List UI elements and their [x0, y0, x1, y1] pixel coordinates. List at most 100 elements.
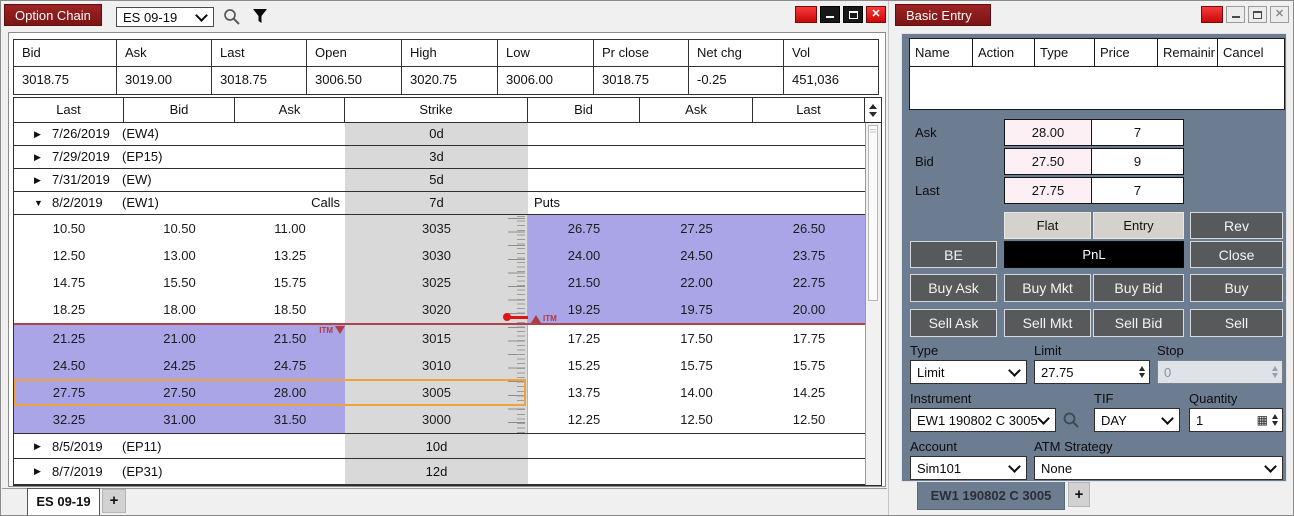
put-ask-cell[interactable]: 15.75: [640, 352, 753, 379]
step-up-icon[interactable]: [1272, 414, 1278, 419]
buy-button[interactable]: Buy: [1190, 274, 1283, 302]
call-ask-cell[interactable]: 31.50: [235, 406, 345, 433]
call-ask-cell[interactable]: 24.75: [235, 352, 345, 379]
stepper-arrows[interactable]: [1139, 366, 1145, 378]
expand-arrow-icon[interactable]: ▶: [34, 123, 41, 145]
call-last-cell[interactable]: 18.25: [14, 296, 124, 323]
put-last-cell[interactable]: 17.75: [753, 325, 865, 352]
reverse-button[interactable]: Rev: [1190, 212, 1283, 239]
add-tab-button[interactable]: +: [1068, 482, 1090, 507]
sell-ask-button[interactable]: Sell Ask: [910, 309, 997, 337]
put-ask-cell[interactable]: 14.00: [640, 379, 753, 406]
sell-market-button[interactable]: Sell Mkt: [1004, 309, 1091, 337]
filter-icon[interactable]: [251, 8, 269, 25]
call-ask-cell[interactable]: 18.50: [235, 296, 345, 323]
put-bid-cell[interactable]: 24.00: [528, 242, 640, 269]
call-last-cell[interactable]: 12.50: [14, 242, 124, 269]
tif-select[interactable]: DAY: [1094, 408, 1180, 432]
instrument-search-icon[interactable]: [1062, 411, 1080, 429]
put-last-cell[interactable]: 12.50: [753, 406, 865, 433]
put-last-cell[interactable]: 20.00: [753, 296, 865, 323]
call-ask-cell[interactable]: 11.00: [235, 215, 345, 242]
call-bid-cell[interactable]: 18.00: [124, 296, 235, 323]
put-bid-cell[interactable]: 26.75: [528, 215, 640, 242]
call-bid-cell[interactable]: 31.00: [124, 406, 235, 433]
calculator-icon[interactable]: ▦: [1257, 413, 1268, 427]
account-select[interactable]: Sim101: [910, 456, 1027, 480]
last-price[interactable]: 27.75: [1004, 177, 1092, 204]
maximize-button[interactable]: [1248, 6, 1267, 23]
call-ask-cell[interactable]: 15.75: [235, 269, 345, 296]
instrument-select[interactable]: EW1 190802 C 3005: [910, 408, 1056, 432]
call-bid-cell[interactable]: 21.00: [124, 325, 235, 352]
flat-button[interactable]: Flat: [1004, 212, 1091, 239]
minimize-button[interactable]: [1226, 6, 1245, 23]
window-link-button[interactable]: [1201, 6, 1223, 23]
close-button[interactable]: ✕: [866, 6, 886, 23]
buy-market-button[interactable]: Buy Mkt: [1004, 274, 1091, 302]
buy-ask-button[interactable]: Buy Ask: [910, 274, 997, 302]
breakeven-button[interactable]: BE: [910, 241, 997, 268]
basic-entry-title[interactable]: Basic Entry: [895, 4, 991, 26]
expiration-row[interactable]: 10d ▶ 8/5/2019 (EP11): [14, 433, 865, 459]
tab-es-09-19[interactable]: ES 09-19: [27, 488, 100, 515]
option-chain-title[interactable]: Option Chain: [4, 4, 102, 26]
call-last-cell[interactable]: 14.75: [14, 269, 124, 296]
put-last-cell[interactable]: 26.50: [753, 215, 865, 242]
sell-button[interactable]: Sell: [1190, 309, 1283, 337]
put-bid-cell[interactable]: 12.25: [528, 406, 640, 433]
call-bid-cell[interactable]: 24.25: [124, 352, 235, 379]
collapse-arrow-icon[interactable]: ▼: [34, 192, 43, 214]
call-last-cell[interactable]: 32.25: [14, 406, 124, 433]
buy-bid-button[interactable]: Buy Bid: [1093, 274, 1184, 302]
expiration-row[interactable]: 3d ▶ 7/29/2019 (EP15): [14, 146, 865, 169]
put-last-cell[interactable]: 22.75: [753, 269, 865, 296]
bid-price[interactable]: 27.50: [1004, 148, 1092, 175]
atm-strategy-select[interactable]: None: [1034, 456, 1283, 480]
sell-bid-button[interactable]: Sell Bid: [1093, 309, 1184, 337]
stepper-arrows[interactable]: [1272, 414, 1278, 426]
tab-ew1-190802-c-3005[interactable]: EW1 190802 C 3005: [917, 482, 1065, 510]
ask-price[interactable]: 28.00: [1004, 119, 1092, 146]
step-down-icon[interactable]: [1272, 421, 1278, 426]
call-bid-cell[interactable]: 15.50: [124, 269, 235, 296]
call-last-cell[interactable]: 21.25: [14, 325, 124, 352]
expand-arrow-icon[interactable]: ▶: [34, 146, 41, 168]
instrument-selector[interactable]: ES 09-19: [116, 7, 214, 27]
expand-arrow-icon[interactable]: ▶: [34, 169, 41, 191]
expiration-row[interactable]: 0d ▶ 7/26/2019 (EW4): [14, 123, 865, 146]
scroll-up-icon[interactable]: [869, 104, 877, 109]
close-position-button[interactable]: Close: [1190, 241, 1283, 268]
expiration-row-expanded[interactable]: 7d ▼ 8/2/2019 (EW1) Calls Puts: [14, 192, 865, 215]
minimize-button[interactable]: [820, 6, 840, 23]
search-icon[interactable]: [222, 7, 241, 26]
put-ask-cell[interactable]: 12.50: [640, 406, 753, 433]
scroll-down-icon[interactable]: [869, 112, 877, 117]
limit-price-stepper[interactable]: 27.75: [1034, 360, 1150, 384]
put-last-cell[interactable]: 15.75: [753, 352, 865, 379]
put-last-cell[interactable]: 23.75: [753, 242, 865, 269]
call-last-cell[interactable]: 10.50: [14, 215, 124, 242]
order-type-select[interactable]: Limit: [910, 360, 1027, 384]
call-last-cell[interactable]: 24.50: [14, 352, 124, 379]
call-bid-cell[interactable]: 10.50: [124, 215, 235, 242]
put-ask-cell[interactable]: 17.50: [640, 325, 753, 352]
scrollbar-buttons[interactable]: [865, 98, 881, 122]
put-ask-cell[interactable]: 24.50: [640, 242, 753, 269]
quantity-stepper[interactable]: 1 ▦: [1189, 408, 1283, 432]
step-down-icon[interactable]: [1139, 373, 1145, 378]
vertical-scrollbar[interactable]: [865, 123, 881, 485]
step-up-icon[interactable]: [1139, 366, 1145, 371]
put-bid-cell[interactable]: 17.25: [528, 325, 640, 352]
add-tab-button[interactable]: +: [102, 489, 126, 513]
put-ask-cell[interactable]: 19.75: [640, 296, 753, 323]
close-button[interactable]: ✕: [1270, 6, 1289, 23]
put-ask-cell[interactable]: 22.00: [640, 269, 753, 296]
expiration-row[interactable]: 12d ▶ 8/7/2019 (EP31): [14, 459, 865, 485]
put-last-cell[interactable]: 14.25: [753, 379, 865, 406]
window-link-button[interactable]: [795, 6, 817, 23]
scrollbar-thumb[interactable]: [868, 125, 878, 301]
put-bid-cell[interactable]: 15.25: [528, 352, 640, 379]
put-bid-cell[interactable]: 13.75: [528, 379, 640, 406]
expand-arrow-icon[interactable]: ▶: [34, 459, 41, 484]
